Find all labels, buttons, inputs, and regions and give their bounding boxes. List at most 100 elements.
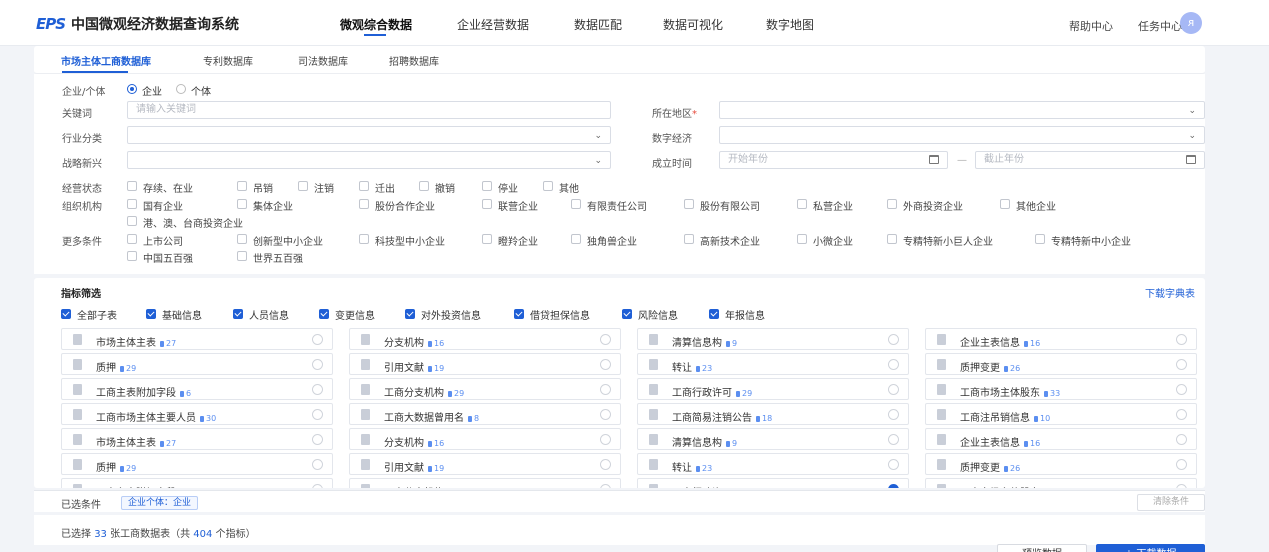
task-center-link[interactable]: 任务中心 (1138, 18, 1182, 34)
table-tile[interactable]: 工商分支机构29 (349, 478, 621, 488)
nav-item-business-data[interactable]: 企业经营数据 (457, 16, 529, 33)
checkbox-label-org-4[interactable]: 有限责任公司 (587, 198, 647, 213)
tab-recruitment[interactable]: 招聘数据库 (389, 53, 439, 68)
help-center-link[interactable]: 帮助中心 (1069, 18, 1113, 34)
table-select-radio[interactable] (312, 334, 323, 345)
table-select-radio[interactable] (312, 359, 323, 370)
table-tile[interactable]: 清算信息构 9 (637, 428, 909, 450)
end-year-input[interactable]: 截止年份 (975, 151, 1205, 169)
checkbox-label-org-0[interactable]: 国有企业 (143, 198, 183, 213)
category-label-5[interactable]: 借贷担保信息 (530, 307, 590, 322)
radio-individual-label[interactable]: 个体 (191, 83, 211, 98)
table-select-radio[interactable] (888, 409, 899, 420)
table-select-radio[interactable] (600, 384, 611, 395)
checkbox-label-status-1[interactable]: 吊销 (253, 180, 273, 195)
table-tile[interactable]: 工商行政许可29 (637, 478, 909, 488)
checkbox-status-4[interactable] (419, 181, 429, 191)
category-checkbox-4[interactable] (405, 309, 415, 319)
checkbox-label-status-3[interactable]: 迁出 (375, 180, 395, 195)
table-tile[interactable]: 清算信息构 9 (637, 328, 909, 350)
table-tile[interactable]: 质押 29 (61, 353, 333, 375)
checkbox-org-6[interactable] (797, 199, 807, 209)
checkbox-more-2[interactable] (359, 234, 369, 244)
table-tile[interactable]: 市场主体主表 27 (61, 328, 333, 350)
table-tile[interactable]: 工商主表附加字段6 (61, 478, 333, 488)
radio-enterprise[interactable] (127, 84, 137, 94)
table-tile[interactable]: 工商注吊销信息 10 (925, 403, 1197, 425)
logo[interactable]: EPS 中国微观经济数据查询系统 (36, 14, 239, 34)
table-select-radio[interactable] (312, 384, 323, 395)
checkbox-more-3[interactable] (482, 234, 492, 244)
user-avatar[interactable]: ᴙ (1180, 12, 1202, 34)
table-tile[interactable]: 质押变更 26 (925, 353, 1197, 375)
region-select[interactable]: ⌄ (719, 101, 1205, 119)
table-select-radio[interactable] (600, 484, 611, 488)
table-select-radio[interactable] (312, 484, 323, 488)
checkbox-label-org-3[interactable]: 联营企业 (498, 198, 538, 213)
table-select-radio[interactable] (1176, 384, 1187, 395)
checkbox-label-more-7[interactable]: 专精特新小巨人企业 (903, 233, 993, 248)
checkbox-label-org-2[interactable]: 股份合作企业 (375, 198, 435, 213)
table-select-radio[interactable] (1176, 484, 1187, 488)
table-select-radio[interactable] (888, 459, 899, 470)
table-select-radio[interactable] (888, 334, 899, 345)
table-select-radio[interactable] (1176, 334, 1187, 345)
table-tile[interactable]: 企业主表信息 16 (925, 328, 1197, 350)
table-tile[interactable]: 工商主表附加字段6 (61, 378, 333, 400)
checkbox-org-3[interactable] (482, 199, 492, 209)
category-label-6[interactable]: 风险信息 (638, 307, 678, 322)
table-select-radio[interactable] (888, 434, 899, 445)
strategic-select[interactable]: ⌄ (127, 151, 611, 169)
table-select-radio[interactable] (600, 409, 611, 420)
preview-data-button[interactable]: 预览数据 (997, 544, 1087, 552)
table-select-radio[interactable] (600, 334, 611, 345)
category-checkbox-5[interactable] (514, 309, 524, 319)
category-checkbox-3[interactable] (319, 309, 329, 319)
table-select-radio[interactable] (600, 459, 611, 470)
category-label-7[interactable]: 年报信息 (725, 307, 765, 322)
checkbox-label-status-4[interactable]: 撤销 (435, 180, 455, 195)
checkbox-more-5[interactable] (684, 234, 694, 244)
category-label-3[interactable]: 变更信息 (335, 307, 375, 322)
nav-item-data-matching[interactable]: 数据匹配 (574, 16, 622, 33)
checkbox-label-more-8[interactable]: 专精特新中小企业 (1051, 233, 1131, 248)
checkbox-label-status-0[interactable]: 存续、在业 (143, 180, 193, 195)
table-tile[interactable]: 引用文献 19 (349, 353, 621, 375)
table-tile[interactable]: 工商简易注销公告 18 (637, 403, 909, 425)
checkbox-label-org-9[interactable]: 港、澳、台商投资企业 (143, 215, 243, 230)
digital-economy-select[interactable]: ⌄ (719, 126, 1205, 144)
category-label-0[interactable]: 全部子表 (77, 307, 117, 322)
checkbox-status-5[interactable] (482, 181, 492, 191)
keyword-input[interactable]: 请输入关键词 (127, 101, 611, 119)
table-tile[interactable]: 市场主体主表 27 (61, 428, 333, 450)
checkbox-status-6[interactable] (543, 181, 553, 191)
nav-item-micro-data[interactable]: 微观综合数据 (340, 16, 412, 33)
download-dictionary-link[interactable]: 下载字典表 (1145, 285, 1205, 300)
table-select-radio[interactable] (888, 384, 899, 395)
table-select-radio[interactable] (888, 359, 899, 370)
checkbox-status-2[interactable] (298, 181, 308, 191)
checkbox-label-status-2[interactable]: 注销 (314, 180, 334, 195)
table-tile[interactable]: 引用文献 19 (349, 453, 621, 475)
checkbox-more-10[interactable] (237, 251, 247, 261)
checkbox-label-org-7[interactable]: 外商投资企业 (903, 198, 963, 213)
checkbox-label-more-4[interactable]: 独角兽企业 (587, 233, 637, 248)
checkbox-label-more-10[interactable]: 世界五百强 (253, 250, 303, 265)
start-year-input[interactable]: 开始年份 (719, 151, 948, 169)
checkbox-org-8[interactable] (1000, 199, 1010, 209)
table-tile[interactable]: 质押 29 (61, 453, 333, 475)
table-tile[interactable]: 质押变更 26 (925, 453, 1197, 475)
checkbox-label-more-5[interactable]: 高新技术企业 (700, 233, 760, 248)
checkbox-label-more-3[interactable]: 瞪羚企业 (498, 233, 538, 248)
checkbox-org-7[interactable] (887, 199, 897, 209)
category-label-2[interactable]: 人员信息 (249, 307, 289, 322)
nav-item-visualization[interactable]: 数据可视化 (663, 16, 723, 33)
table-select-radio[interactable] (1176, 409, 1187, 420)
checkbox-status-1[interactable] (237, 181, 247, 191)
category-label-4[interactable]: 对外投资信息 (421, 307, 481, 322)
category-label-1[interactable]: 基础信息 (162, 307, 202, 322)
checkbox-label-more-1[interactable]: 创新型中小企业 (253, 233, 323, 248)
table-select-radio[interactable] (888, 484, 899, 488)
table-tile[interactable]: 工商市场主体主要人员 30 (61, 403, 333, 425)
checkbox-label-more-9[interactable]: 中国五百强 (143, 250, 193, 265)
